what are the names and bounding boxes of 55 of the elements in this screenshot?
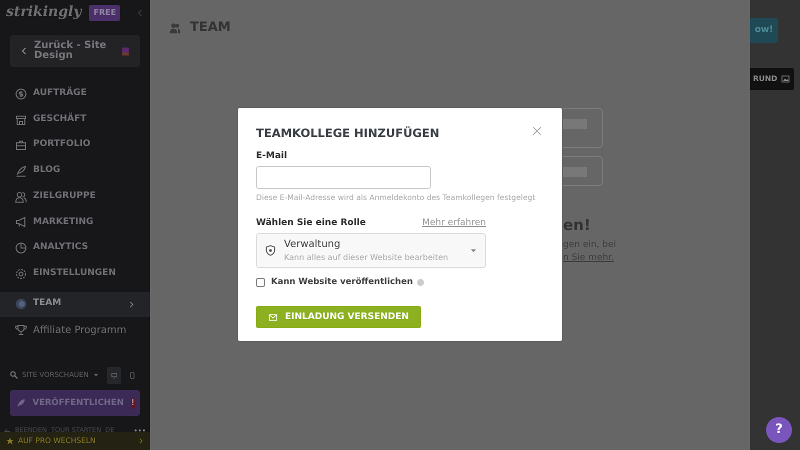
get-started-button[interactable]: ow! (750, 18, 778, 43)
people-icon (15, 190, 27, 203)
rocket-icon (16, 398, 26, 408)
sidebar-item[interactable]: BLOG (0, 158, 150, 184)
chevron-right-icon (138, 437, 144, 445)
store-icon (15, 114, 27, 126)
desktop-icon[interactable] (106, 366, 122, 384)
email-field[interactable] (256, 166, 431, 189)
info-icon (416, 278, 424, 286)
sidebar-item[interactable]: PORTFOLIO (0, 132, 150, 158)
caret-down-icon (470, 246, 477, 254)
globe-icon (15, 298, 27, 310)
field-label: Wählen Sie eine Rolle (256, 217, 366, 230)
collapse-icon[interactable] (136, 8, 144, 18)
back-button[interactable]: Zurück - Site Design (10, 35, 140, 67)
caret-down-icon (92, 372, 99, 378)
alert-badge: ! (130, 398, 134, 409)
megaphone-icon (15, 216, 27, 228)
role-name: Verwaltung (284, 238, 342, 252)
pen-icon (15, 164, 27, 177)
chevron-right-icon (128, 300, 135, 308)
envelope-icon (268, 312, 278, 322)
pie-chart-icon (15, 242, 27, 254)
close-icon[interactable] (532, 126, 542, 136)
role-description: Kann alles auf dieser Website bearbeiten (284, 252, 450, 264)
sidebar-item[interactable]: ZIELGRUPPE (0, 184, 150, 210)
briefcase-icon (15, 139, 27, 152)
send-invite-button[interactable]: EINLADUNG VERSENDEN (256, 306, 421, 328)
help-button[interactable]: ? (766, 417, 792, 443)
logo[interactable]: strikingly (6, 2, 82, 23)
page-icon (121, 46, 130, 56)
star-icon (6, 437, 14, 445)
publish-button[interactable]: VERÖFFENTLICHEN ! (10, 390, 140, 416)
plan-badge: FREE (89, 4, 120, 20)
trophy-icon (15, 324, 27, 336)
modal-title: TEAMKOLLEGE HINZUFÜGEN (256, 125, 440, 142)
sidebar-item[interactable]: ANALYTICS (0, 235, 150, 261)
image-icon (781, 75, 790, 83)
sidebar-item[interactable]: MARKETING (0, 209, 150, 236)
gear-icon (15, 268, 27, 280)
field-label: E-Mail (256, 150, 288, 164)
checkbox-label[interactable]: Kann Website veröffentlichen (271, 276, 413, 288)
sidebar-item[interactable]: GESCHÄFT (0, 106, 150, 132)
people-icon (168, 22, 182, 34)
dollar-icon (15, 88, 27, 100)
learn-more-link[interactable]: Mehr erfahren (422, 217, 486, 231)
role-select[interactable]: Verwaltung Kann alles auf dieser Website bearbeiten (256, 232, 486, 268)
chevron-left-icon (20, 46, 28, 56)
search-icon[interactable] (10, 371, 18, 380)
shield-icon (265, 244, 276, 256)
sidebar-item[interactable]: Affiliate Programm (0, 318, 150, 344)
sidebar-item[interactable]: EINSTELLUNGEN (0, 260, 150, 286)
sidebar-item[interactable]: TEAM (0, 292, 150, 316)
sidebar-item[interactable]: AUFTRÄGE (0, 81, 150, 107)
checkbox[interactable] (256, 278, 265, 287)
